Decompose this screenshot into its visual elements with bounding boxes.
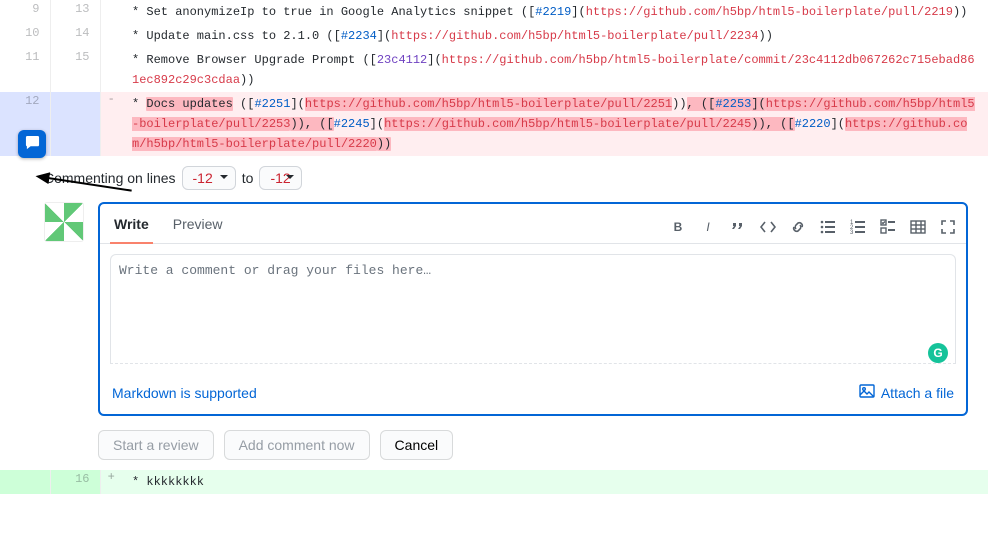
diff-row: 913 * Set anonymizeIp to true in Google A… [0,0,988,24]
diff-row: 12-* Docs updates ([#2251](https://githu… [0,92,988,156]
commenting-on-lines: Commenting on lines -12 to -12 [44,166,968,190]
tab-write[interactable]: Write [110,210,153,244]
fullscreen-icon[interactable] [940,219,956,235]
ol-icon[interactable]: 123 [850,219,866,235]
grammarly-icon[interactable]: G [928,343,948,363]
line-num-old[interactable]: 10 [0,24,50,48]
diff-row: 1014 * Update main.css to 2.1.0 ([#2234](… [0,24,988,48]
line-num-old[interactable]: 11 [0,48,50,92]
code-cell: * Set anonymizeIp to true in Google Anal… [122,0,988,24]
line-num-new[interactable] [50,92,100,156]
diff-marker: + [100,470,122,494]
line-from-select[interactable]: -12 [182,166,236,190]
line-num-new[interactable]: 13 [50,0,100,24]
formatting-toolbar: B I 123 [670,219,956,235]
attach-file-link[interactable]: Attach a file [859,383,954,402]
comment-icon [25,135,40,153]
code-cell: * Update main.css to 2.1.0 ([#2234](http… [122,24,988,48]
diff-table: 913 * Set anonymizeIp to true in Google A… [0,0,988,156]
line-num-new[interactable]: 14 [50,24,100,48]
start-review-button[interactable]: Start a review [98,430,214,460]
italic-icon[interactable]: I [700,219,716,235]
tab-preview[interactable]: Preview [169,210,227,243]
diff-row: 16+* kkkkkkkk [0,470,988,494]
tasklist-icon[interactable] [880,219,896,235]
markdown-supported-link[interactable]: Markdown is supported [112,385,257,401]
image-icon [859,383,875,402]
code-cell: * kkkkkkkk [122,470,988,494]
diff-table-after: 16+* kkkkkkkk [0,470,988,494]
cancel-button[interactable]: Cancel [380,430,454,460]
bold-icon[interactable]: B [670,219,686,235]
link-icon[interactable] [790,219,806,235]
avatar [44,202,84,242]
code-cell: * Docs updates ([#2251](https://github.c… [122,92,988,156]
line-to-value: -12 [259,166,301,190]
quote-icon[interactable] [730,219,746,235]
diff-marker [100,48,122,92]
line-num-old[interactable] [0,470,50,494]
add-comment-button[interactable]: Add comment now [224,430,370,460]
svg-text:3: 3 [850,230,854,235]
comment-textarea[interactable] [110,254,956,364]
line-num-old[interactable]: 9 [0,0,50,24]
diff-marker [100,0,122,24]
diff-marker [100,24,122,48]
diff-row: 1115 * Remove Browser Upgrade Prompt ([23… [0,48,988,92]
code-cell: * Remove Browser Upgrade Prompt ([23c411… [122,48,988,92]
comment-box: Write Preview B I [98,202,968,416]
code-icon[interactable] [760,219,776,235]
add-comment-bubble[interactable] [18,130,46,158]
ul-icon[interactable] [820,219,836,235]
line-num-new[interactable]: 15 [50,48,100,92]
diff-marker: - [100,92,122,156]
line-num-new[interactable]: 16 [50,470,100,494]
table-icon[interactable] [910,219,926,235]
